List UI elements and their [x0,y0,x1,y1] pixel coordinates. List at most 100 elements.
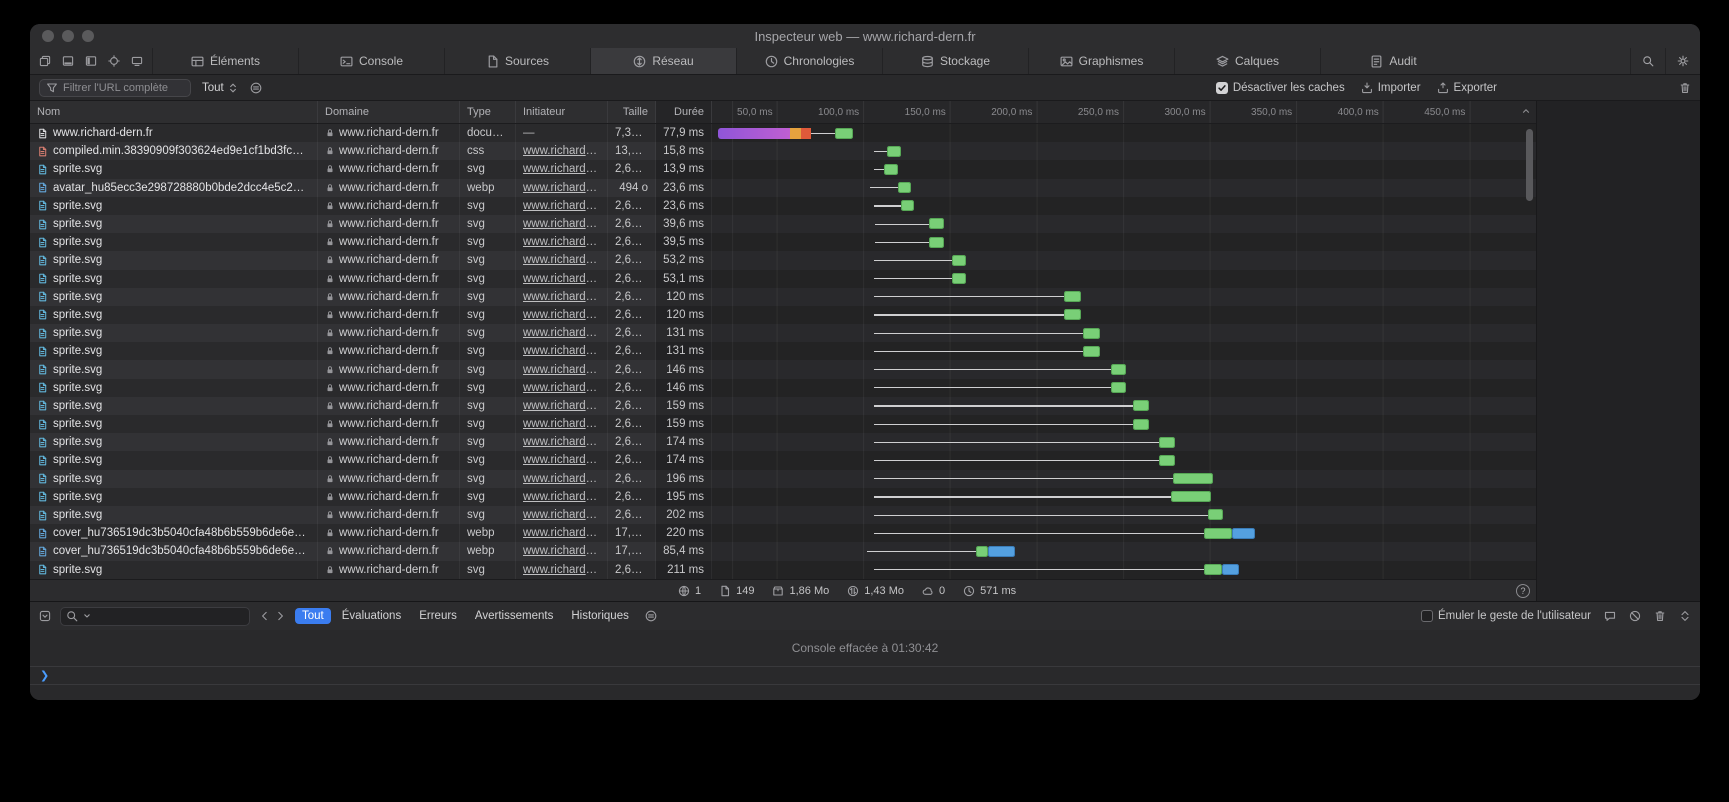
close-button[interactable] [42,30,54,42]
initiator-link[interactable]: www.richard-d… [523,182,600,194]
initiator-link[interactable]: www.richard-d… [523,145,600,157]
initiator-link[interactable]: www.richard-d… [523,163,600,175]
tab-network[interactable]: Réseau [590,48,736,74]
device-icon[interactable] [131,55,143,67]
dock-bottom-icon[interactable] [62,55,74,67]
table-row[interactable]: compiled.min.38390909f303624ed9e1cf1bd3f… [30,142,1536,160]
table-row[interactable]: sprite.svgwww.richard-dern.frsvgwww.rich… [30,342,1536,360]
search-icon[interactable] [1630,48,1665,74]
minimize-button[interactable] [62,30,74,42]
initiator-link[interactable]: www.richard-d… [523,545,600,557]
tab-graphics[interactable]: Graphismes [1028,48,1174,74]
table-row[interactable]: sprite.svgwww.richard-dern.frsvgwww.rich… [30,415,1536,433]
console-tab-3[interactable]: Avertissements [468,608,560,624]
disable-caches-checkbox[interactable]: Désactiver les caches [1216,82,1345,94]
scroll-top-chevron-icon[interactable] [1521,106,1531,119]
scope-select[interactable]: Tout [202,82,239,94]
table-row[interactable]: sprite.svgwww.richard-dern.frsvgwww.rich… [30,379,1536,397]
export-button[interactable]: Exporter [1437,82,1497,94]
tab-layers[interactable]: Calques [1174,48,1320,74]
initiator-link[interactable]: www.richard-d… [523,473,600,485]
initiator-link[interactable]: www.richard-d… [523,527,600,539]
column-header-initiator[interactable]: Initiateur [516,101,608,123]
console-tab-4[interactable]: Historiques [564,608,636,624]
inspect-element-icon[interactable] [108,55,120,67]
zoom-button[interactable] [82,30,94,42]
initiator-link[interactable]: www.richard-d… [523,345,600,357]
console-filter-options-icon[interactable] [645,610,657,622]
initiator-link[interactable]: www.richard-d… [523,327,600,339]
console-tab-0[interactable]: Tout [295,608,331,624]
initiator-link[interactable]: www.richard-d… [523,509,600,521]
undock-icon[interactable] [39,55,51,67]
tab-elements[interactable]: Éléments [152,48,298,74]
initiator-link[interactable]: www.richard-d… [523,254,600,266]
table-row[interactable]: sprite.svgwww.richard-dern.frsvgwww.rich… [30,197,1536,215]
tab-audit[interactable]: Audit [1320,48,1466,74]
table-row[interactable]: cover_hu736519dc3b5040cfa48b6b559b6de6ec… [30,524,1536,542]
initiator-link[interactable]: www.richard-d… [523,236,600,248]
table-row[interactable]: sprite.svgwww.richard-dern.frsvgwww.rich… [30,160,1536,178]
tab-storage[interactable]: Stockage [882,48,1028,74]
console-scope-icon[interactable] [39,610,51,622]
table-row[interactable]: sprite.svgwww.richard-dern.frsvgwww.rich… [30,451,1536,469]
tab-timelines[interactable]: Chronologies [736,48,882,74]
initiator-link[interactable]: www.richard-d… [523,564,600,576]
table-row[interactable]: sprite.svgwww.richard-dern.frsvgwww.rich… [30,433,1536,451]
initiator-link[interactable]: www.richard-d… [523,200,600,212]
table-row[interactable]: sprite.svgwww.richard-dern.frsvgwww.rich… [30,488,1536,506]
table-row[interactable]: sprite.svgwww.richard-dern.frsvgwww.rich… [30,561,1536,579]
trash-icon[interactable] [1679,82,1691,94]
tab-console[interactable]: Console [298,48,444,74]
table-row[interactable]: sprite.svgwww.richard-dern.frsvgwww.rich… [30,251,1536,269]
console-tab-2[interactable]: Erreurs [412,608,464,624]
chevron-right-icon[interactable] [274,610,286,622]
initiator-link[interactable]: www.richard-d… [523,273,600,285]
console-tab-1[interactable]: Évaluations [335,608,408,624]
filter-options-icon[interactable] [250,82,262,94]
table-row[interactable]: sprite.svgwww.richard-dern.frsvgwww.rich… [30,506,1536,524]
column-header-domain[interactable]: Domaine [318,101,460,123]
dock-side-icon[interactable] [85,55,97,67]
table-row[interactable]: cover_hu736519dc3b5040cfa48b6b559b6de6ec… [30,542,1536,560]
initiator-link[interactable]: www.richard-d… [523,418,600,430]
column-header-name[interactable]: Nom [30,101,318,123]
column-header-size[interactable]: Taille [608,101,656,123]
console-search-field[interactable] [60,607,250,626]
chevron-left-icon[interactable] [259,610,271,622]
emulate-gesture-checkbox[interactable]: Émuler le geste de l'utilisateur [1421,610,1591,622]
table-row[interactable]: sprite.svgwww.richard-dern.frsvgwww.rich… [30,360,1536,378]
table-row[interactable]: avatar_hu85ecc3e298728880b0bde2dcc4e5c23… [30,179,1536,197]
table-row[interactable]: sprite.svgwww.richard-dern.frsvgwww.rich… [30,306,1536,324]
initiator-link[interactable]: www.richard-d… [523,454,600,466]
initiator-link[interactable]: www.richard-d… [523,382,600,394]
console-prompt[interactable]: ❯ [30,666,1700,685]
initiator-link[interactable]: www.richard-d… [523,400,600,412]
clear-console-icon[interactable] [1629,610,1641,622]
table-row[interactable]: sprite.svgwww.richard-dern.frsvgwww.rich… [30,470,1536,488]
vertical-scrollbar[interactable] [1526,129,1533,201]
table-row[interactable]: sprite.svgwww.richard-dern.frsvgwww.rich… [30,270,1536,288]
console-trash-icon[interactable] [1654,610,1666,622]
console-messages-icon[interactable] [1604,610,1616,622]
tab-sources[interactable]: Sources [444,48,590,74]
expand-console-icon[interactable] [1679,610,1691,622]
initiator-link[interactable]: www.richard-d… [523,491,600,503]
initiator-link[interactable]: www.richard-d… [523,364,600,376]
console-search-input[interactable] [96,610,244,622]
table-row[interactable]: sprite.svgwww.richard-dern.frsvgwww.rich… [30,215,1536,233]
table-row[interactable]: www.richard-dern.frwww.richard-dern.frdo… [30,124,1536,142]
url-filter-input[interactable] [63,82,184,94]
column-header-type[interactable]: Type [460,101,516,123]
help-icon[interactable]: ? [1516,584,1530,598]
initiator-link[interactable]: www.richard-d… [523,309,600,321]
table-row[interactable]: sprite.svgwww.richard-dern.frsvgwww.rich… [30,288,1536,306]
import-button[interactable]: Importer [1361,82,1421,94]
table-row[interactable]: sprite.svgwww.richard-dern.frsvgwww.rich… [30,233,1536,251]
table-row[interactable]: sprite.svgwww.richard-dern.frsvgwww.rich… [30,324,1536,342]
table-row[interactable]: sprite.svgwww.richard-dern.frsvgwww.rich… [30,397,1536,415]
initiator-link[interactable]: www.richard-d… [523,436,600,448]
initiator-link[interactable]: www.richard-d… [523,218,600,230]
url-filter-field[interactable] [39,79,191,97]
gear-icon[interactable] [1665,48,1700,74]
